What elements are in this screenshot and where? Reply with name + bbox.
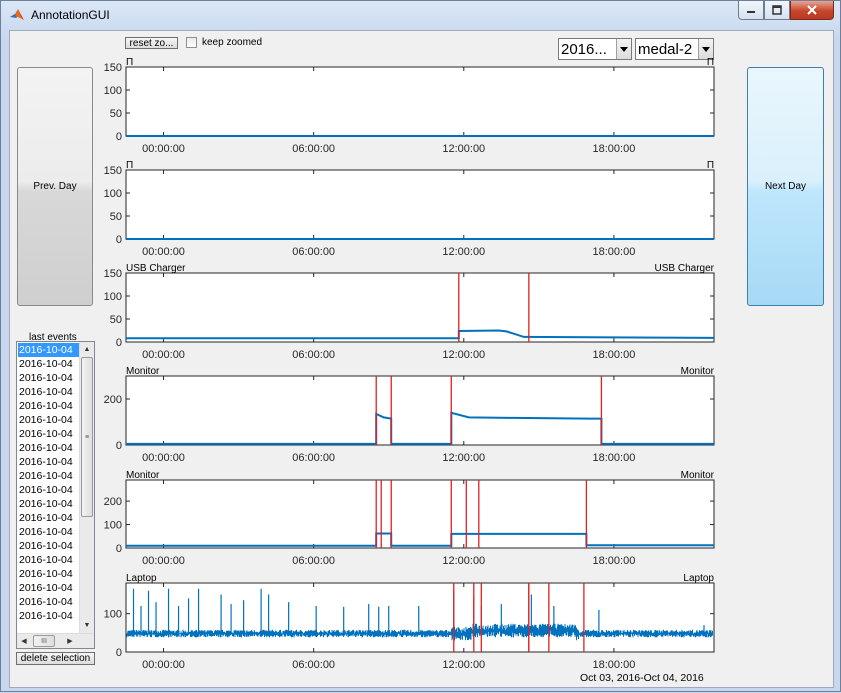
y-tick-label: 50 xyxy=(110,314,122,326)
x-tick-label: 18:00:00 xyxy=(593,555,636,567)
y-tick-label: 150 xyxy=(104,268,122,280)
x-tick-label: 06:00:00 xyxy=(292,555,335,567)
y-tick-label: 0 xyxy=(116,234,122,246)
plot-title-right: USB Charger xyxy=(655,263,715,274)
y-tick-label: 100 xyxy=(104,291,122,303)
plot-panel-6[interactable]: Laptop Laptop 0 100 00:00:00 06:00:00 12:00:00… xyxy=(104,573,715,671)
y-tick-label: 150 xyxy=(104,62,122,74)
y-tick-label: 200 xyxy=(104,394,122,406)
y-tick-label: 50 xyxy=(110,211,122,223)
x-tick-label: 18:00:00 xyxy=(593,659,636,671)
x-tick-label: 06:00:00 xyxy=(292,246,335,258)
x-tick-label: 12:00:00 xyxy=(442,452,485,464)
x-tick-label: 12:00:00 xyxy=(442,143,485,155)
y-tick-label: 50 xyxy=(110,108,122,120)
y-tick-label: 150 xyxy=(104,165,122,177)
axes-box[interactable] xyxy=(125,582,715,653)
x-tick-label: 18:00:00 xyxy=(593,143,636,155)
y-tick-label: 100 xyxy=(104,520,122,532)
y-tick-label: 0 xyxy=(116,543,122,555)
plot-panel-1[interactable]: П П 0 50 100 150 00:00:00 06:00:00 12:00:00 18:00… xyxy=(104,57,715,155)
x-tick-label: 12:00:00 xyxy=(442,555,485,567)
x-tick-label: 12:00:00 xyxy=(442,246,485,258)
x-tick-label: 00:00:00 xyxy=(142,452,185,464)
y-tick-label: 0 xyxy=(116,337,122,349)
plot-title-right: П xyxy=(707,160,714,171)
y-tick-label: 0 xyxy=(116,440,122,452)
x-tick-label: 12:00:00 xyxy=(442,349,485,361)
plot-panel-2[interactable]: П П 0 50 100 150 00:00:00 06:00:00 12:00:00 18:00… xyxy=(104,160,715,258)
axes-box[interactable] xyxy=(125,66,715,137)
y-tick-label: 200 xyxy=(104,496,122,508)
date-range-label: Oct 03, 2016-Oct 04, 2016 xyxy=(580,672,704,684)
plot-title-left: Monitor xyxy=(126,366,160,377)
x-tick-label: 00:00:00 xyxy=(142,143,185,155)
x-tick-label: 18:00:00 xyxy=(593,452,636,464)
y-tick-label: 0 xyxy=(116,131,122,143)
axes-box[interactable] xyxy=(125,375,715,446)
x-tick-label: 00:00:00 xyxy=(142,659,185,671)
plot-title-left: Monitor xyxy=(126,470,160,481)
plot-title-right: Monitor xyxy=(681,366,715,377)
plot-panel-5[interactable]: Monitor Monitor 0 100 200 00:00:00 06:00:00 12:… xyxy=(104,470,715,567)
x-tick-label: 06:00:00 xyxy=(292,143,335,155)
x-tick-label: 06:00:00 xyxy=(292,452,335,464)
y-tick-label: 100 xyxy=(104,609,122,621)
x-tick-label: 00:00:00 xyxy=(142,349,185,361)
plot-title-right: П xyxy=(707,57,714,68)
axes-box[interactable] xyxy=(125,169,715,240)
plot-title-right: Laptop xyxy=(683,573,714,584)
plot-panel-4[interactable]: Monitor Monitor 0 200 00:00:00 06:00:00 12:00:… xyxy=(104,366,715,464)
y-tick-label: 0 xyxy=(116,647,122,659)
annotation-gui-window: AnnotationGUI reset zo... keep zoomed 20… xyxy=(0,0,841,692)
y-tick-label: 100 xyxy=(104,85,122,97)
plot-title-left: П xyxy=(126,57,133,68)
plot-title-left: Laptop xyxy=(126,573,157,584)
axes-box[interactable] xyxy=(125,479,715,549)
x-tick-label: 00:00:00 xyxy=(142,246,185,258)
time-series-plots: П П 0 50 100 150 00:00:00 06:00:00 12:00:00 18:00… xyxy=(104,57,715,671)
x-tick-label: 06:00:00 xyxy=(292,349,335,361)
axes-box[interactable] xyxy=(125,272,715,343)
x-tick-label: 18:00:00 xyxy=(593,246,636,258)
x-tick-label: 00:00:00 xyxy=(142,555,185,567)
plot-title-left: П xyxy=(126,160,133,171)
plot-title-left: USB Charger xyxy=(126,263,186,274)
plot-title-right: Monitor xyxy=(681,470,715,481)
x-tick-label: 06:00:00 xyxy=(292,659,335,671)
plot-panel-3[interactable]: USB Charger USB Charger 0 50 100 150 00:00:00 0… xyxy=(104,263,715,361)
y-tick-label: 100 xyxy=(104,188,122,200)
x-tick-label: 12:00:00 xyxy=(442,659,485,671)
x-tick-label: 18:00:00 xyxy=(593,349,636,361)
